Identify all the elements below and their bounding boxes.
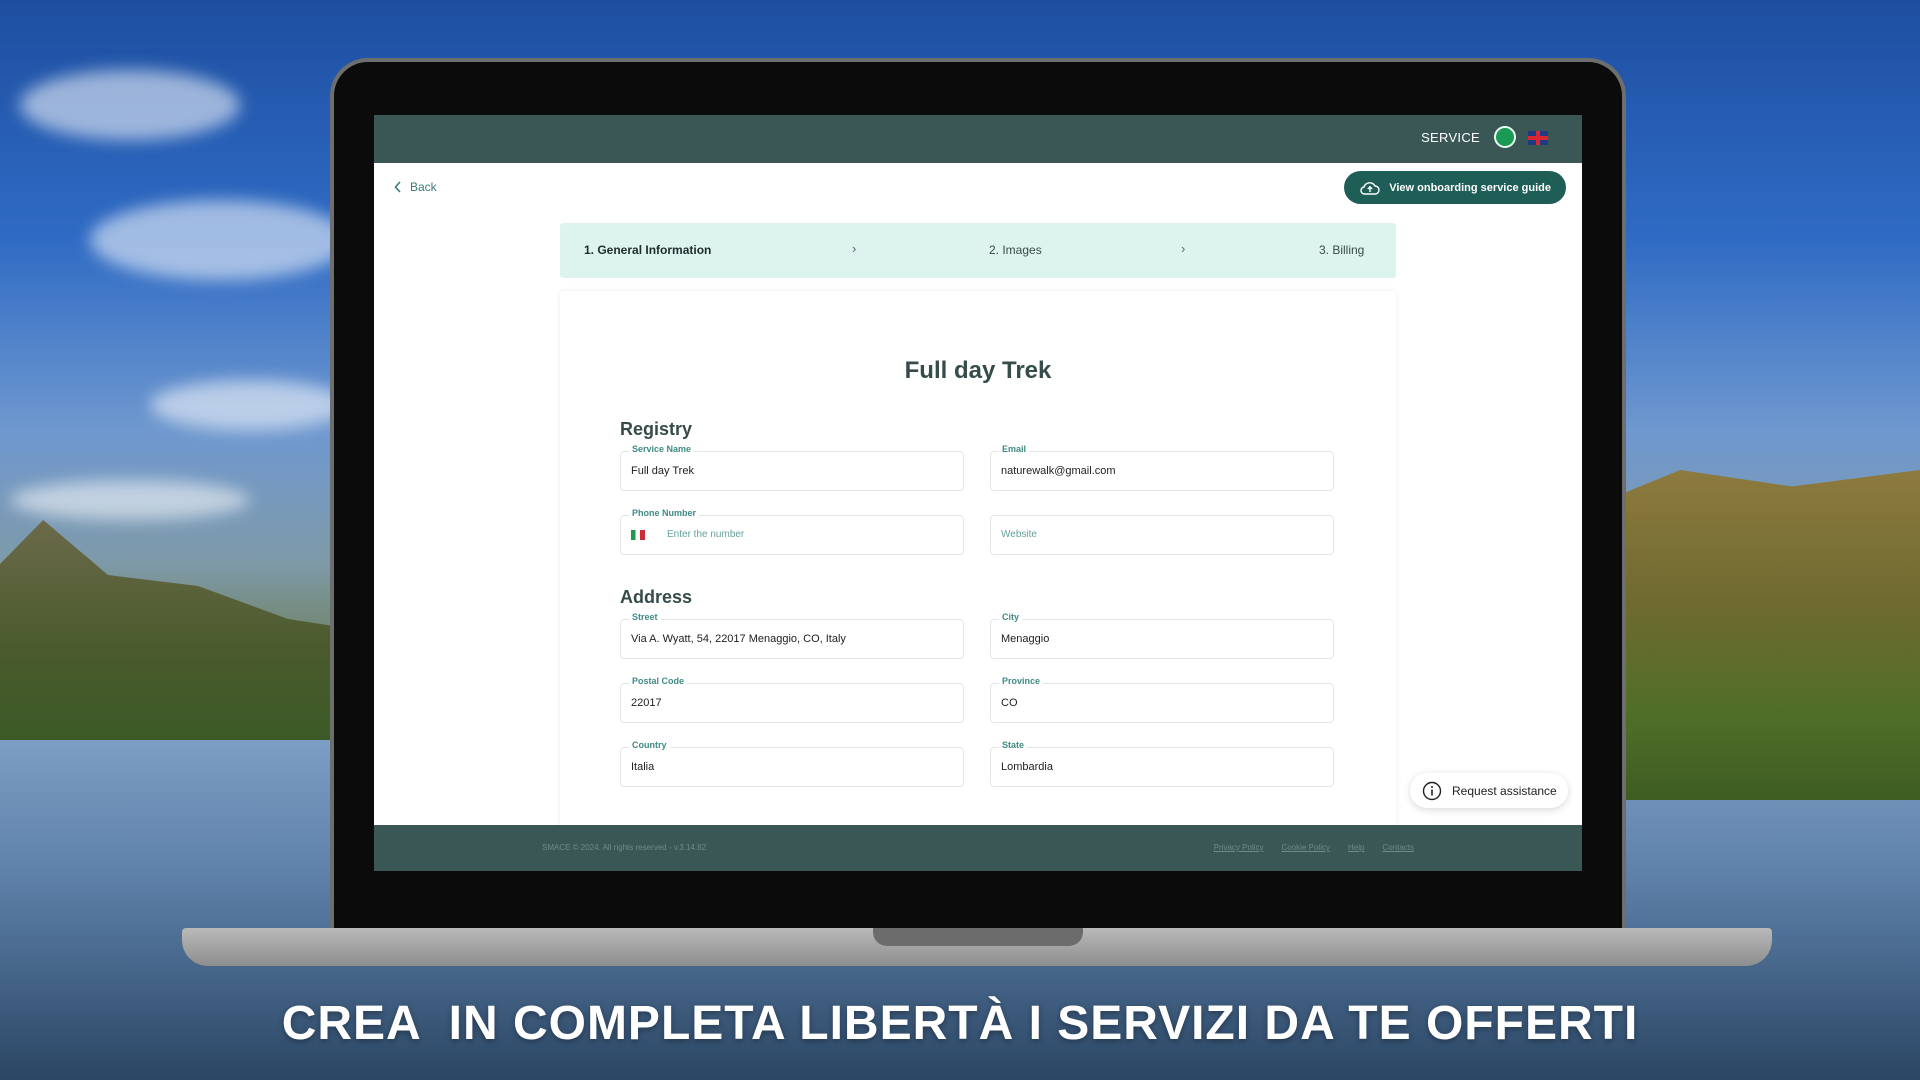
laptop-notch [873, 928, 1083, 946]
email-field[interactable]: Email naturewalk@gmail.com [990, 444, 1334, 491]
field-label: Postal Code [629, 676, 688, 686]
field-label: Street [629, 612, 661, 622]
onboarding-guide-button[interactable]: View onboarding service guide [1344, 171, 1566, 204]
step-chevron: › [1181, 241, 1186, 256]
step-general-information[interactable]: 1. General Information [584, 243, 711, 257]
app-screen: SERVICE Back View onboarding service gui… [374, 115, 1582, 871]
field-label: City [999, 612, 1023, 622]
field-label: State [999, 740, 1028, 750]
step-images[interactable]: 2. Images [989, 243, 1042, 257]
back-link[interactable]: Back [394, 180, 437, 194]
website-field[interactable]: Website [990, 515, 1334, 555]
cloud [90, 200, 350, 280]
footer-link-privacy[interactable]: Privacy Policy [1214, 843, 1264, 852]
service-status-icon[interactable] [1494, 126, 1516, 148]
field-value: naturewalk@gmail.com [1001, 465, 1116, 477]
section-registry-title: Registry [620, 419, 693, 439]
footer-link-help[interactable]: Help [1348, 843, 1364, 852]
field-value: Lombardia [1001, 761, 1053, 773]
step-billing[interactable]: 3. Billing [1319, 243, 1364, 257]
country-field[interactable]: Country Italia [620, 740, 964, 787]
field-value: 22017 [631, 697, 662, 709]
footer-copyright: SMACE © 2024. All rights reserved - v.3.… [542, 843, 707, 852]
field-value: Full day Trek [631, 465, 694, 477]
field-value: Menaggio [1001, 633, 1050, 645]
section-address-title: Address [620, 587, 693, 607]
field-label: Service Name [629, 444, 695, 454]
phone-number-field[interactable]: Phone Number Enter the number [620, 508, 964, 555]
footer-link-cookie[interactable]: Cookie Policy [1282, 843, 1330, 852]
province-field[interactable]: Province CO [990, 676, 1334, 723]
cloud [150, 380, 350, 430]
request-assistance-button[interactable]: Request assistance [1410, 773, 1568, 808]
website-placeholder: Website [1001, 529, 1037, 540]
state-field[interactable]: State Lombardia [990, 740, 1334, 787]
request-assistance-label: Request assistance [1452, 783, 1557, 798]
city-field[interactable]: City Menaggio [990, 612, 1334, 659]
cloud [10, 480, 250, 520]
footer-links: Privacy Policy Cookie Policy Help Contac… [1214, 843, 1414, 852]
italy-flag-icon[interactable] [631, 530, 645, 540]
promo-headline: CREA IN COMPLETA LIBERTÀ I SERVIZI DA TE… [281, 997, 1639, 1050]
stepper: 1. General Information › 2. Images › 3. … [560, 223, 1396, 278]
field-value: CO [1001, 697, 1018, 709]
info-icon [1422, 781, 1442, 800]
page-title: Full day Trek [904, 357, 1052, 384]
field-value: Italia [631, 761, 655, 773]
hill-left [0, 520, 360, 740]
uk-flag-icon[interactable] [1528, 131, 1548, 145]
back-label: Back [410, 180, 437, 194]
field-value: Via A. Wyatt, 54, 22017 Menaggio, CO, It… [631, 633, 846, 645]
service-label: SERVICE [1421, 130, 1480, 145]
field-label: Province [999, 676, 1044, 686]
postal-code-field[interactable]: Postal Code 22017 [620, 676, 964, 723]
form-card: Full day Trek Registry Service Name Full… [560, 291, 1396, 871]
hill-right [1600, 470, 1920, 800]
field-label: Country [629, 740, 670, 750]
step-chevron: › [852, 241, 857, 256]
phone-placeholder: Enter the number [667, 529, 745, 540]
field-label: Phone Number [629, 508, 700, 518]
cloud-upload-icon [1360, 181, 1380, 195]
top-bar: SERVICE [374, 115, 1582, 163]
guide-button-label: View onboarding service guide [1389, 181, 1551, 194]
chevron-left-icon [394, 181, 401, 193]
field-label: Email [999, 444, 1030, 454]
cloud [20, 70, 240, 140]
service-name-field[interactable]: Service Name Full day Trek [620, 444, 964, 491]
footer-link-contacts[interactable]: Contacts [1382, 843, 1414, 852]
footer: SMACE © 2024. All rights reserved - v.3.… [374, 825, 1582, 871]
street-field[interactable]: Street Via A. Wyatt, 54, 22017 Menaggio,… [620, 612, 964, 659]
